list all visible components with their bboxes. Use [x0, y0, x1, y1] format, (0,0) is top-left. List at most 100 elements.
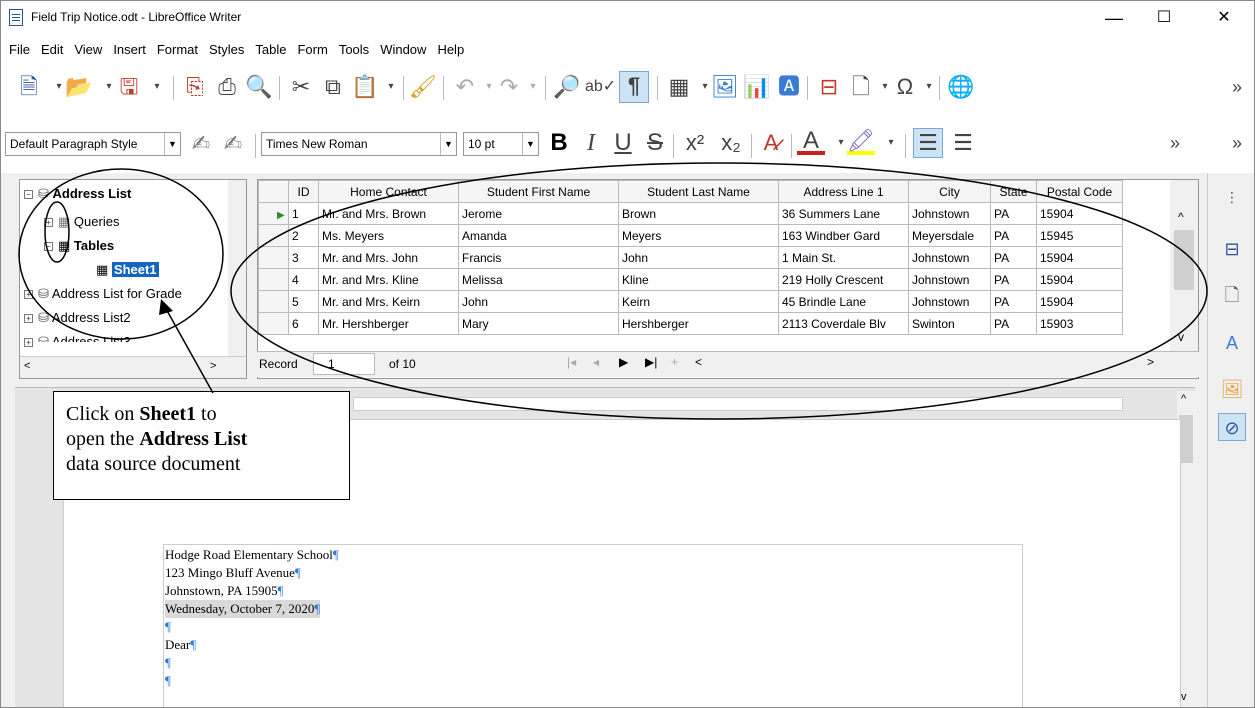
expand-icon[interactable]: +: [44, 218, 53, 227]
table-cell[interactable]: Ms. Meyers: [318, 224, 459, 247]
tree-item-tables[interactable]: ▦ Tables: [58, 236, 114, 256]
tree-item-address-list3[interactable]: ⛁ Address List3: [38, 332, 131, 342]
table-cell[interactable]: PA: [990, 312, 1037, 335]
table-row[interactable]: 5 Mr. and Mrs. Keirn John Keirn 45 Brindle L…: [258, 290, 1123, 313]
table-cell[interactable]: 15904: [1036, 290, 1123, 313]
table-cell[interactable]: Melissa: [458, 268, 619, 291]
table-cell[interactable]: Johnstown: [908, 202, 991, 225]
menu-styles[interactable]: Styles: [209, 42, 244, 57]
table-cell[interactable]: Kline: [618, 268, 779, 291]
clone-formatting-icon[interactable]: 🖌: [409, 73, 437, 101]
scroll-down-icon[interactable]: v: [1181, 691, 1187, 703]
redo-dropdown-icon[interactable]: ▾: [519, 73, 547, 101]
print-preview-icon[interactable]: 🔍: [245, 73, 273, 101]
open-folder-icon[interactable]: 📂: [65, 73, 93, 101]
close-button[interactable]: ✕: [1201, 1, 1247, 35]
row-selector[interactable]: ▶: [258, 202, 289, 225]
table-cell[interactable]: 36 Summers Lane: [778, 202, 909, 225]
properties-icon[interactable]: ⊟: [1218, 235, 1246, 263]
table-cell[interactable]: 163 Windber Gard: [778, 224, 909, 247]
table-cell[interactable]: Mr. and Mrs. Keirn: [318, 290, 459, 313]
clear-formatting-icon[interactable]: A̷: [757, 129, 785, 157]
table-cell[interactable]: 5: [288, 290, 319, 313]
tree-item-queries[interactable]: ▦ Queries: [58, 212, 119, 232]
table-cell[interactable]: Swinton: [908, 312, 991, 335]
minimize-button[interactable]: —: [1091, 1, 1137, 35]
superscript-icon[interactable]: x²: [681, 129, 709, 157]
doc-line-empty[interactable]: ¶: [165, 618, 171, 636]
font-size-combo[interactable]: 10 pt ▼: [463, 132, 539, 156]
record-number-field[interactable]: 1: [313, 353, 375, 375]
table-cell[interactable]: Johnstown: [908, 246, 991, 269]
column-header[interactable]: ID: [288, 180, 319, 203]
highlight-color-icon[interactable]: 🖍: [847, 127, 875, 155]
table-cell[interactable]: 45 Brindle Lane: [778, 290, 909, 313]
first-record-icon[interactable]: |◂: [567, 355, 576, 369]
table-cell[interactable]: PA: [990, 290, 1037, 313]
align-left-icon[interactable]: ☰: [913, 128, 943, 158]
update-style-icon[interactable]: ✍: [187, 130, 215, 158]
table-row[interactable]: ▶ 1 Mr. and Mrs. Brown Jerome Brown 36 Summer…: [258, 202, 1123, 225]
styles-icon[interactable]: A: [1218, 329, 1246, 357]
scroll-down-icon[interactable]: v: [1178, 330, 1184, 344]
bold-icon[interactable]: B: [545, 129, 573, 157]
scroll-thumb[interactable]: [1174, 230, 1194, 290]
tree-item-address-list[interactable]: ⛁ Address List: [38, 184, 131, 204]
page-icon[interactable]: 🗋: [1218, 281, 1246, 309]
menu-insert[interactable]: Insert: [113, 42, 146, 57]
toolbar-overflow-icon[interactable]: »: [1223, 73, 1251, 101]
column-header[interactable]: Home Contact: [318, 180, 459, 203]
align-center-icon[interactable]: ☰: [949, 129, 977, 157]
tree-item-address-list-grade[interactable]: ⛁ Address List for Grade: [38, 284, 182, 304]
column-header[interactable]: State: [990, 180, 1037, 203]
menu-form[interactable]: Form: [297, 42, 327, 57]
font-name-combo[interactable]: Times New Roman ▼: [261, 132, 457, 156]
scroll-up-icon[interactable]: ^: [1181, 393, 1186, 405]
menu-table[interactable]: Table: [255, 42, 286, 57]
table-cell[interactable]: Mr. and Mrs. Kline: [318, 268, 459, 291]
table-row[interactable]: 3 Mr. and Mrs. John Francis John 1 Main St. J…: [258, 246, 1123, 269]
data-source-tree[interactable]: − ⛁ Address List + ▦ Queries − ▦ Tables …: [19, 179, 247, 379]
table-cell[interactable]: 15903: [1036, 312, 1123, 335]
table-cell[interactable]: 15904: [1036, 202, 1123, 225]
paste-icon[interactable]: 📋: [351, 73, 379, 101]
last-record-icon[interactable]: ▶|: [645, 355, 657, 369]
menu-file[interactable]: File: [9, 42, 30, 57]
doc-line-empty[interactable]: ¶: [165, 654, 171, 672]
spelling-icon[interactable]: ab✓: [585, 73, 616, 101]
table-cell[interactable]: Keirn: [618, 290, 779, 313]
table-cell[interactable]: 4: [288, 268, 319, 291]
insert-image-icon[interactable]: 🖼: [711, 73, 739, 101]
table-cell[interactable]: Johnstown: [908, 268, 991, 291]
menu-help[interactable]: Help: [437, 42, 464, 57]
table-cell[interactable]: Mary: [458, 312, 619, 335]
table-cell[interactable]: Mr. and Mrs. Brown: [318, 202, 459, 225]
row-selector[interactable]: [258, 246, 289, 269]
table-row[interactable]: 6 Mr. Hershberger Mary Hershberger 2113 Cove…: [258, 312, 1123, 335]
table-cell[interactable]: PA: [990, 246, 1037, 269]
column-header[interactable]: Student First Name: [458, 180, 619, 203]
insert-table-icon[interactable]: ▦: [665, 73, 693, 101]
table-cell[interactable]: Jerome: [458, 202, 619, 225]
table-row[interactable]: 4 Mr. and Mrs. Kline Melissa Kline 219 Holly…: [258, 268, 1123, 291]
row-selector[interactable]: [258, 312, 289, 335]
tree-item-address-list2[interactable]: ⛁ Address List2: [38, 308, 131, 328]
previous-record-icon[interactable]: ◂: [593, 355, 599, 369]
scroll-up-icon[interactable]: ^: [1178, 210, 1184, 224]
insert-chart-icon[interactable]: 📊: [743, 73, 771, 101]
table-cell[interactable]: Meyers: [618, 224, 779, 247]
underline-icon[interactable]: U: [609, 129, 637, 157]
save-dropdown-icon[interactable]: ▾: [143, 73, 171, 101]
table-cell[interactable]: Mr. and Mrs. John: [318, 246, 459, 269]
doc-line-date-field[interactable]: Wednesday, October 7, 2020¶: [165, 600, 321, 618]
strikethrough-icon[interactable]: S: [641, 129, 669, 157]
export-pdf-icon[interactable]: ⎘: [181, 73, 209, 101]
new-document-icon[interactable]: 🗎: [15, 73, 43, 101]
table-cell[interactable]: 1: [288, 202, 319, 225]
table-cell[interactable]: PA: [990, 202, 1037, 225]
column-header[interactable]: Address Line 1: [778, 180, 909, 203]
table-cell[interactable]: 15904: [1036, 268, 1123, 291]
data-grid[interactable]: ID Home Contact Student First Name Stude…: [257, 179, 1199, 379]
collapse-icon[interactable]: −: [44, 242, 53, 251]
table-cell[interactable]: John: [618, 246, 779, 269]
